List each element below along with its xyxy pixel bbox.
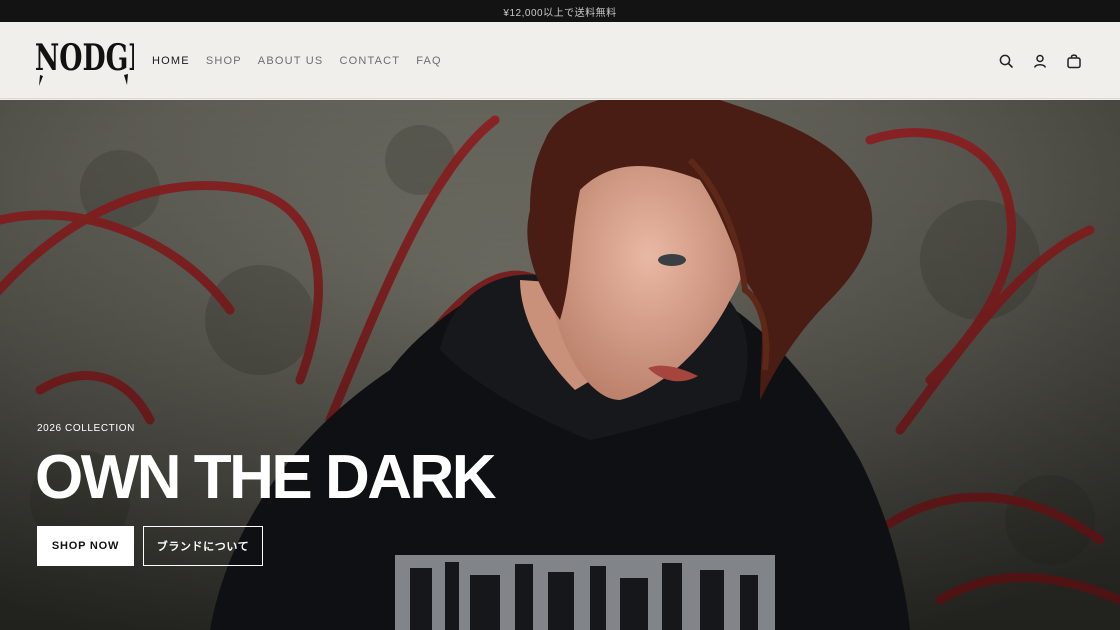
nav-contact[interactable]: CONTACT — [339, 55, 400, 67]
nav-faq[interactable]: FAQ — [416, 55, 442, 67]
hero-banner: 2026 COLLECTION OWN THE DARK SHOP NOW ブラ… — [0, 100, 1120, 630]
brand-logo[interactable]: NODGRID — [34, 35, 186, 87]
hero-eyebrow: 2026 COLLECTION — [37, 423, 135, 434]
hero-headline: OWN THE DARK — [35, 443, 497, 512]
nav-about-us[interactable]: ABOUT US — [258, 55, 324, 67]
header-actions — [998, 22, 1082, 99]
search-icon[interactable] — [998, 53, 1014, 69]
announcement-bar: ¥12,000以上で送料無料 — [0, 0, 1120, 22]
shop-now-button[interactable]: SHOP NOW — [37, 526, 134, 566]
svg-text:NODGRID: NODGRID — [35, 36, 134, 79]
site-header: NODGRID HOME SHOP ABOUT US CONTACT FAQ — [0, 22, 1120, 99]
announcement-text: ¥12,000以上で送料無料 — [503, 7, 617, 19]
nav-shop[interactable]: SHOP — [206, 55, 242, 67]
cart-icon[interactable] — [1066, 53, 1082, 69]
logo-mark: NODGRID — [35, 36, 186, 86]
account-icon[interactable] — [1032, 53, 1048, 69]
about-brand-button[interactable]: ブランドについて — [143, 526, 263, 566]
main-nav: HOME SHOP ABOUT US CONTACT FAQ — [152, 22, 458, 99]
nav-home[interactable]: HOME — [152, 55, 190, 67]
